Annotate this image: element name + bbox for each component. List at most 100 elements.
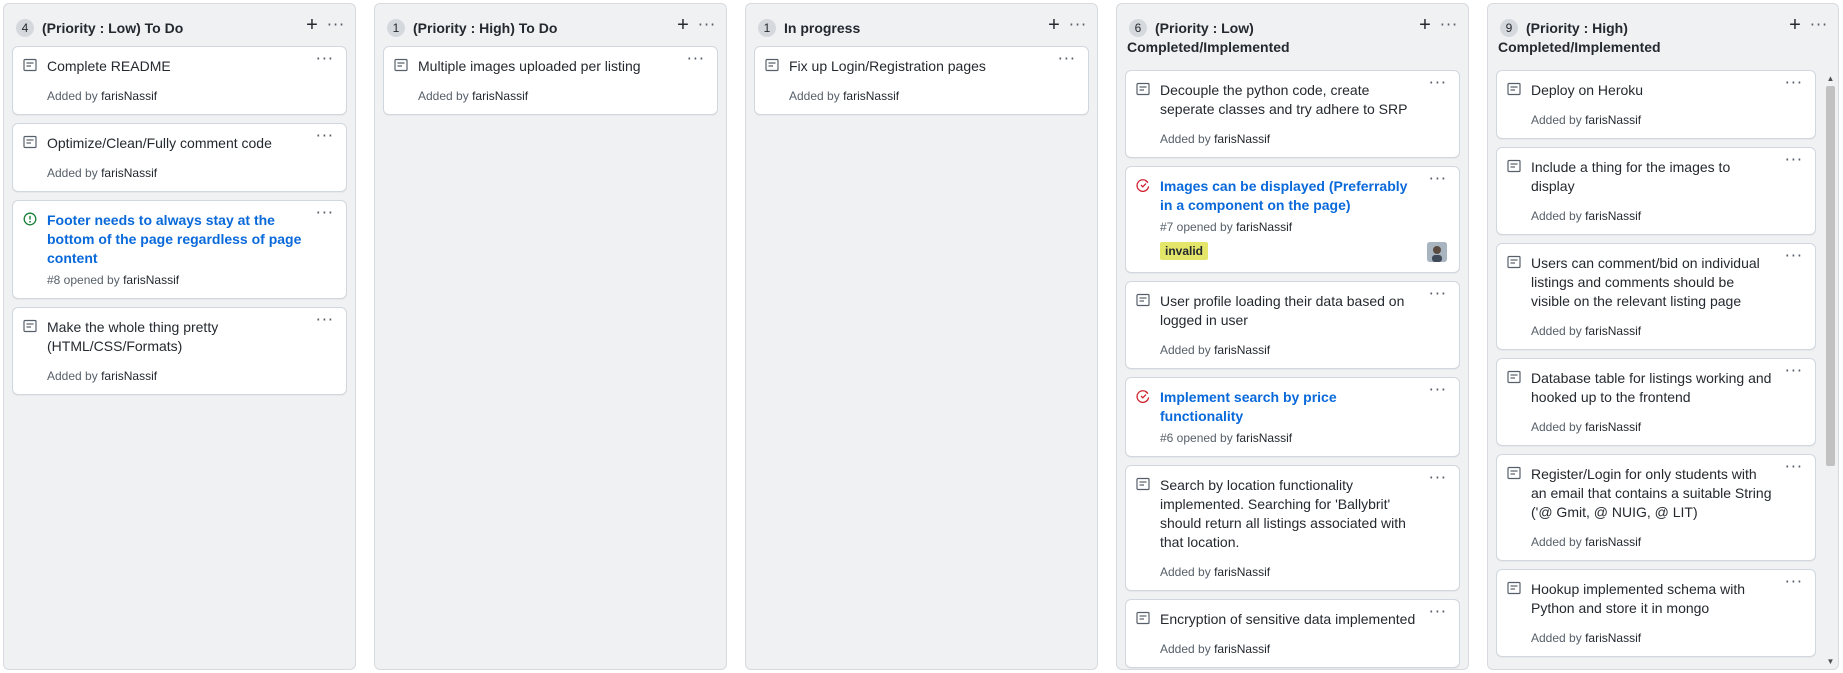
card-meta: Added by farisNassif: [1160, 565, 1271, 579]
card-meta: Added by farisNassif: [1160, 343, 1271, 357]
note-card[interactable]: Search by location functionality impleme…: [1125, 465, 1460, 591]
card-meta: Added by farisNassif: [1160, 642, 1271, 656]
author-link[interactable]: farisNassif: [1236, 431, 1292, 445]
card-menu-button[interactable]: ···: [1785, 248, 1803, 264]
author-link[interactable]: farisNassif: [1585, 209, 1641, 223]
issue-title-link[interactable]: Implement search by price functionality: [1160, 388, 1419, 426]
issue-card[interactable]: Footer needs to always stay at the botto…: [12, 200, 347, 299]
note-icon: [1507, 159, 1521, 173]
issue-title-link[interactable]: Images can be displayed (Preferrably in …: [1160, 177, 1419, 215]
author-link[interactable]: farisNassif: [1214, 343, 1270, 357]
card-menu-button[interactable]: ···: [1429, 604, 1447, 620]
card-menu-button[interactable]: ···: [1429, 171, 1447, 187]
card-menu-button[interactable]: ···: [316, 205, 334, 221]
author-link[interactable]: farisNassif: [1585, 113, 1641, 127]
card-meta: Added by farisNassif: [1531, 420, 1642, 434]
card-menu-button[interactable]: ···: [1429, 75, 1447, 91]
card-meta: Added by farisNassif: [1160, 132, 1271, 146]
card-menu-button[interactable]: ···: [1429, 382, 1447, 398]
card-menu-button[interactable]: ···: [316, 128, 334, 144]
author-link[interactable]: farisNassif: [101, 89, 157, 103]
author-link[interactable]: farisNassif: [101, 369, 157, 383]
note-card[interactable]: Optimize/Clean/Fully comment code Added …: [12, 123, 347, 192]
scroll-up-arrow-icon[interactable]: ▲: [1825, 74, 1836, 84]
author-link[interactable]: farisNassif: [472, 89, 528, 103]
note-card[interactable]: Users can comment/bid on individual list…: [1496, 243, 1816, 350]
card-meta: Added by farisNassif: [1531, 113, 1642, 127]
note-card[interactable]: Fix up Login/Registration pages Added by…: [754, 46, 1089, 115]
card-menu-button[interactable]: ···: [316, 51, 334, 67]
author-link[interactable]: farisNassif: [101, 166, 157, 180]
note-card[interactable]: Database table for listings working and …: [1496, 358, 1816, 446]
column-title: (Priority : High) To Do: [413, 20, 558, 36]
author-link[interactable]: farisNassif: [1236, 220, 1292, 234]
column-scrollbar[interactable]: ▲ ▼: [1825, 74, 1836, 667]
card-menu-button[interactable]: ···: [1785, 363, 1803, 379]
note-icon: [1507, 466, 1521, 480]
column-menu-button[interactable]: ···: [696, 14, 718, 36]
note-card[interactable]: Include a thing for the images to displa…: [1496, 147, 1816, 235]
card-title: Register/Login for only students with an…: [1531, 466, 1772, 520]
issue-closed-icon: [1136, 179, 1150, 192]
issue-card[interactable]: Images can be displayed (Preferrably in …: [1125, 166, 1460, 273]
column-menu-button[interactable]: ···: [1808, 14, 1830, 36]
note-card[interactable]: Hookup implemented schema with Python an…: [1496, 569, 1816, 657]
column-in-progress: 1 In progress + ··· Fix up Login/Registr…: [745, 3, 1098, 670]
column-menu-button[interactable]: ···: [325, 14, 347, 36]
column-menu-button[interactable]: ···: [1438, 14, 1460, 36]
card-meta: #8 opened by farisNassif: [47, 273, 180, 287]
card-menu-button[interactable]: ···: [316, 312, 334, 328]
card-title: Fix up Login/Registration pages: [789, 58, 986, 74]
add-card-button[interactable]: +: [672, 14, 694, 36]
author-link[interactable]: farisNassif: [1214, 642, 1270, 656]
note-card[interactable]: Make the whole thing pretty (HTML/CSS/Fo…: [12, 307, 347, 395]
issue-card[interactable]: Implement search by price functionality …: [1125, 377, 1460, 457]
author-link[interactable]: farisNassif: [843, 89, 899, 103]
scroll-down-arrow-icon[interactable]: ▼: [1825, 657, 1836, 667]
card-title: Search by location functionality impleme…: [1160, 477, 1406, 550]
card-title: Make the whole thing pretty (HTML/CSS/Fo…: [47, 319, 219, 354]
label-invalid[interactable]: invalid: [1160, 242, 1209, 260]
note-icon: [1136, 477, 1150, 491]
add-card-button[interactable]: +: [301, 14, 323, 36]
note-card[interactable]: Register/Login for only students with an…: [1496, 454, 1816, 561]
add-card-button[interactable]: +: [1414, 14, 1436, 36]
card-menu-button[interactable]: ···: [1785, 152, 1803, 168]
scroll-thumb[interactable]: [1826, 86, 1835, 466]
add-card-button[interactable]: +: [1043, 14, 1065, 36]
note-card[interactable]: Complete README Added by farisNassif ···: [12, 46, 347, 115]
author-link[interactable]: farisNassif: [123, 273, 179, 287]
author-link[interactable]: farisNassif: [1585, 631, 1641, 645]
issue-title-link[interactable]: Footer needs to always stay at the botto…: [47, 211, 306, 268]
column-header: 1 In progress + ···: [746, 4, 1097, 44]
note-card[interactable]: Decouple the python code, create seperat…: [1125, 70, 1460, 158]
note-icon: [1507, 581, 1521, 595]
note-card[interactable]: Multiple images uploaded per listing Add…: [383, 46, 718, 115]
card-menu-button[interactable]: ···: [1058, 51, 1076, 67]
card-list: Complete README Added by farisNassif ···…: [12, 46, 347, 403]
card-list: Multiple images uploaded per listing Add…: [383, 46, 718, 123]
author-link[interactable]: farisNassif: [1214, 132, 1270, 146]
note-icon: [1507, 82, 1521, 96]
card-menu-button[interactable]: ···: [1785, 75, 1803, 91]
project-board: 4 (Priority : Low) To Do + ··· Complete …: [0, 0, 1843, 673]
note-card[interactable]: User profile loading their data based on…: [1125, 281, 1460, 369]
assignee-avatar[interactable]: [1427, 242, 1447, 262]
card-menu-button[interactable]: ···: [1785, 459, 1803, 475]
author-link[interactable]: farisNassif: [1585, 324, 1641, 338]
column-menu-button[interactable]: ···: [1067, 14, 1089, 36]
author-link[interactable]: farisNassif: [1585, 420, 1641, 434]
column-header: 4 (Priority : Low) To Do + ···: [4, 4, 355, 44]
add-card-button[interactable]: +: [1784, 14, 1806, 36]
card-menu-button[interactable]: ···: [1429, 470, 1447, 486]
author-link[interactable]: farisNassif: [1585, 535, 1641, 549]
card-menu-button[interactable]: ···: [1785, 574, 1803, 590]
issue-closed-icon: [1136, 390, 1150, 403]
note-card[interactable]: Deploy on Heroku Added by farisNassif ··…: [1496, 70, 1816, 139]
card-menu-button[interactable]: ···: [687, 51, 705, 67]
note-card[interactable]: Encryption of sensitive data implemented…: [1125, 599, 1460, 668]
card-meta: Added by farisNassif: [789, 89, 900, 103]
column-header: 1 (Priority : High) To Do + ···: [375, 4, 726, 44]
card-menu-button[interactable]: ···: [1429, 286, 1447, 302]
author-link[interactable]: farisNassif: [1214, 565, 1270, 579]
